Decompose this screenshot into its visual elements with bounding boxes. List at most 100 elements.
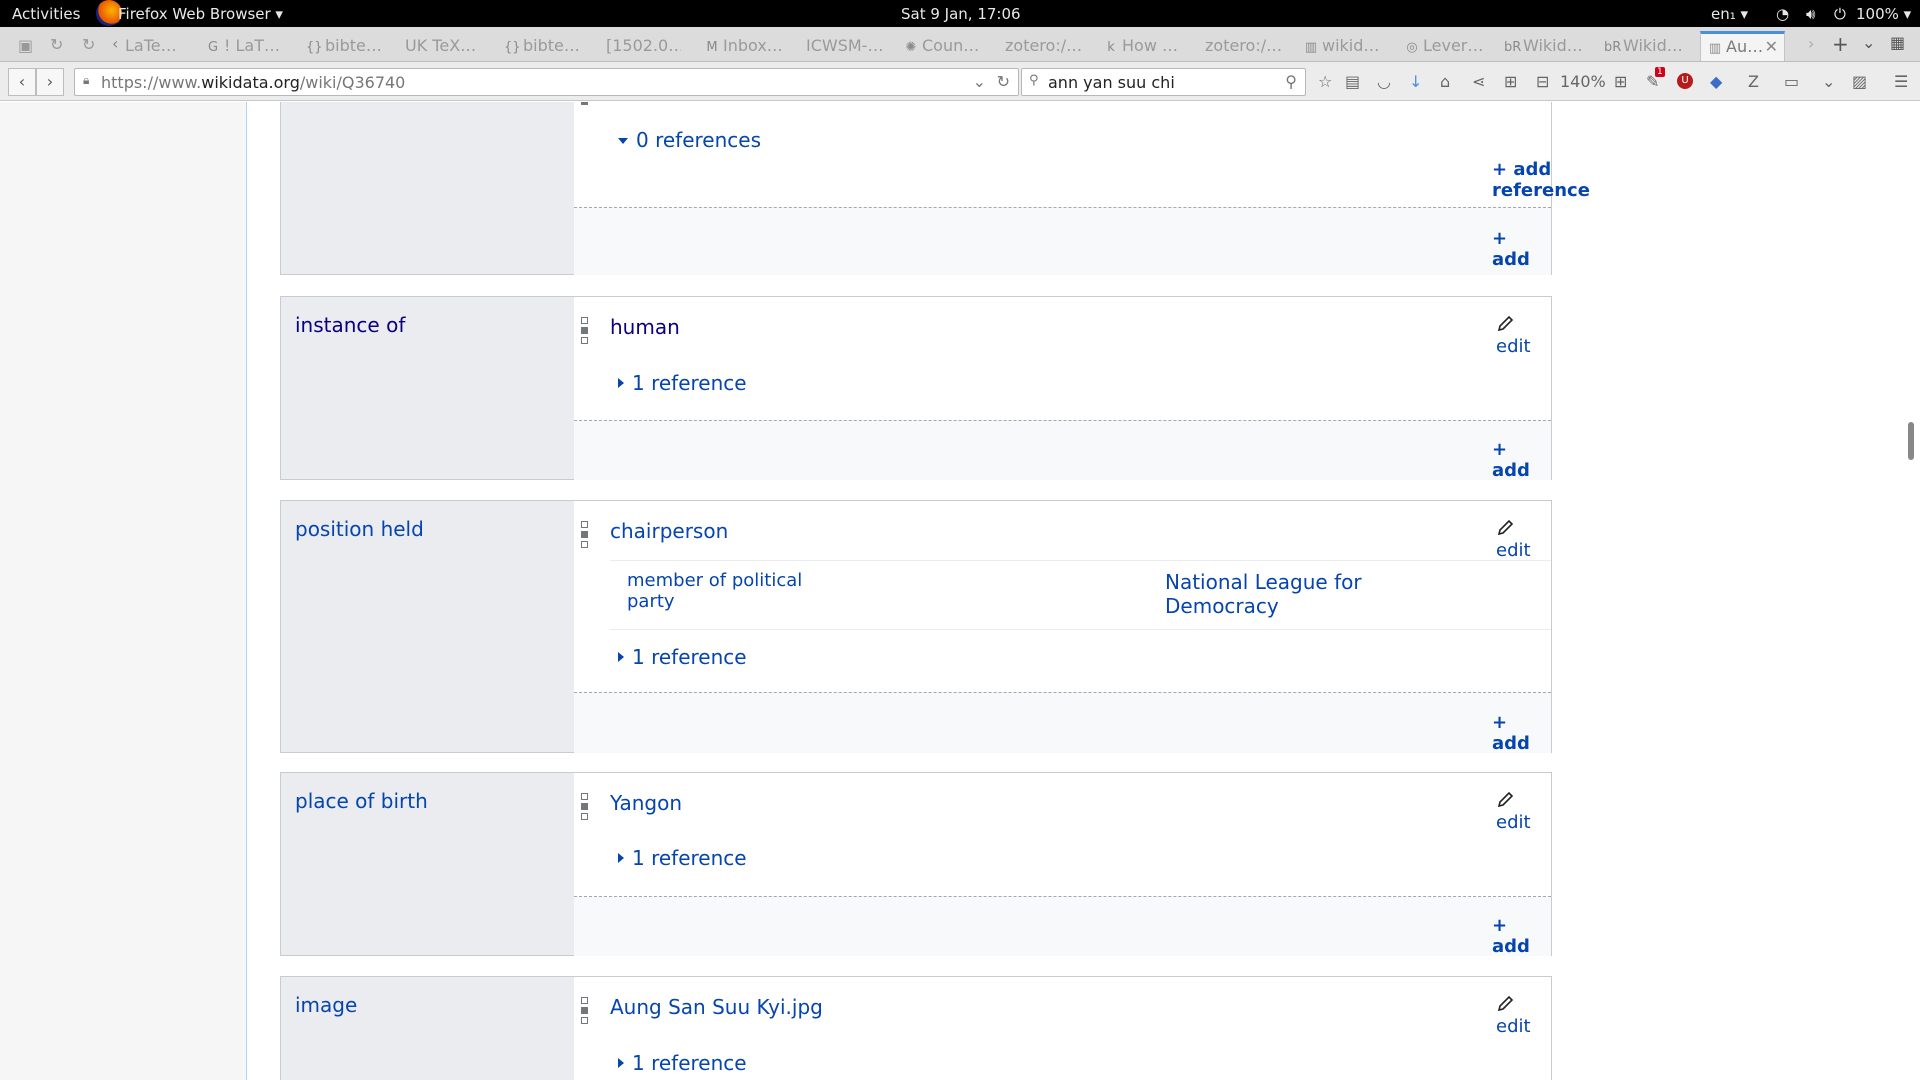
references-toggle[interactable]: 1 reference [618, 371, 747, 395]
url-bar[interactable]: 🔒︎ https://www.wikidata.org/wiki/Q36740 … [74, 68, 1019, 96]
scroll-tabs-left-icon[interactable]: ‹ [112, 34, 118, 53]
add-value-button[interactable]: + add [1492, 228, 1551, 270]
list-tabs-icon[interactable]: ⌄ [1862, 33, 1875, 52]
qualifier-value[interactable]: National League for Democracy [1165, 570, 1395, 618]
download-icon[interactable]: ↓ [1409, 72, 1422, 91]
fullscreen-icon[interactable]: ⊞ [1504, 72, 1517, 91]
k-icon: k [1107, 40, 1115, 55]
add-value-button[interactable]: + add [1492, 915, 1551, 957]
add-value-button[interactable]: + add [1492, 439, 1551, 481]
references-toggle[interactable]: 1 reference [618, 1051, 747, 1075]
search-input[interactable]: ⚲ ann yan suu chi ⚲ [1021, 68, 1306, 96]
rank-selector[interactable] [581, 997, 588, 1025]
tab[interactable]: bR Wikid… [1504, 31, 1589, 61]
references-toggle[interactable]: 0 references [618, 128, 761, 152]
system-top-bar: Activities Firefox Web Browser ▾ Sat 9 J… [0, 0, 1920, 27]
tab[interactable]: [1502.0… [606, 31, 681, 61]
share-icon[interactable]: ⋖ [1472, 72, 1485, 91]
reload-tab-icon[interactable]: ↻ [50, 35, 63, 54]
bookmark-star-icon[interactable]: ☆ [1318, 72, 1332, 91]
keyboard-layout[interactable]: en₁ ▾ [1711, 5, 1748, 23]
scroll-tabs-right-icon[interactable]: › [1808, 34, 1814, 53]
dropdown-arrow-icon[interactable]: ⌄ [973, 72, 986, 91]
pencil-icon [1497, 315, 1514, 332]
forward-button[interactable]: › [36, 68, 64, 96]
tab[interactable]: {} bibte… [306, 31, 394, 61]
qualifier-separator [610, 560, 1551, 561]
edit-button[interactable]: edit [1496, 995, 1551, 1037]
property-image[interactable]: image [281, 977, 574, 1080]
value-image-file[interactable]: Aung San Suu Kyi.jpg [610, 995, 823, 1019]
power-icon[interactable]: ⏻ [1834, 5, 1846, 23]
app-menu[interactable]: Firefox Web Browser ▾ [118, 5, 283, 23]
edit-button[interactable]: edit [1496, 519, 1551, 561]
screenshot-icon[interactable]: ▨ [1852, 72, 1867, 91]
references-toggle[interactable]: 1 reference [618, 846, 747, 870]
rank-selector[interactable] [581, 793, 588, 821]
value-human[interactable]: human [610, 315, 680, 339]
pencil-icon [1497, 519, 1514, 536]
statement-group-image: image Aung San Suu Kyi.jpg edit 1 refere… [280, 976, 1552, 1080]
battery-level[interactable]: 100% ▾ [1856, 5, 1911, 23]
value-yangon[interactable]: Yangon [610, 791, 682, 815]
qualifier-property[interactable]: member of political party [627, 570, 827, 612]
tab[interactable]: ICWSM-… [806, 31, 891, 61]
references-toggle[interactable]: 1 reference [618, 645, 747, 669]
left-sidebar [0, 102, 247, 1080]
edit-button[interactable]: edit [1496, 315, 1551, 357]
extension-icon[interactable]: ◆ [1710, 72, 1722, 91]
property-position-held[interactable]: position held [281, 501, 574, 752]
rank-selector[interactable] [581, 102, 588, 126]
tab[interactable]: {} bibte… [504, 31, 592, 61]
tab[interactable]: UK TeX… [405, 31, 490, 61]
tab[interactable]: ✺ Coun… [903, 31, 988, 61]
tab-groups-icon[interactable]: ▦ [1890, 33, 1905, 52]
property-instance-of[interactable]: instance of [281, 297, 574, 479]
zoom-out-icon[interactable]: ⊟ [1536, 72, 1549, 91]
tab[interactable]: G! LaT… [205, 31, 283, 61]
volume-icon[interactable]: 🔊︎ [1806, 5, 1815, 23]
tab[interactable]: M Inbox… [704, 31, 789, 61]
tab[interactable]: zotero:/… [1205, 31, 1290, 61]
add-reference-button[interactable]: + add reference [1492, 159, 1590, 201]
page-scrollbar[interactable] [1908, 422, 1914, 460]
activities-button[interactable]: Activities [12, 5, 80, 23]
reload-tab-icon-2[interactable]: ↻ [82, 35, 95, 54]
tab-strip: ▣ ↻ ↻ ‹ LaTe… G! LaT… {} bibte… UK TeX… {… [0, 27, 1920, 62]
rank-selector[interactable] [581, 317, 588, 345]
zotero-icon[interactable]: Z [1748, 72, 1759, 91]
page-icon[interactable]: ▭ [1784, 72, 1799, 91]
edit-button[interactable]: edit [1496, 791, 1551, 833]
rank-selector[interactable] [581, 521, 588, 549]
braces-icon: {} [504, 40, 521, 55]
clock[interactable]: Sat 9 Jan, 17:06 [901, 5, 1021, 23]
value-chairperson[interactable]: chairperson [610, 519, 728, 543]
tab[interactable]: k How … [1103, 31, 1188, 61]
zoom-level[interactable]: 140% [1560, 72, 1606, 91]
tab[interactable]: bR Wikid… [1604, 31, 1689, 61]
tab[interactable]: ◎ Lever… [1404, 31, 1489, 61]
add-bar: + add [574, 207, 1551, 275]
new-tab-icon[interactable]: + [1832, 32, 1849, 56]
tab[interactable]: LaTe… [125, 31, 193, 61]
tab[interactable]: zotero:/… [1005, 31, 1090, 61]
tab-active[interactable]: ▥ Au… ✕ [1700, 31, 1785, 61]
reload-icon[interactable]: ↻ [997, 72, 1010, 91]
reader-list-icon[interactable]: ▤ [1345, 72, 1360, 91]
menu-hamburger-icon[interactable]: ☰ [1894, 72, 1908, 91]
zoom-in-icon[interactable]: ⊞ [1614, 72, 1627, 91]
wifi-icon[interactable]: ◔ [1776, 5, 1789, 23]
property-place-of-birth[interactable]: place of birth [281, 773, 574, 955]
search-icon[interactable]: ⚲ [1285, 72, 1297, 91]
gmail-icon: M [706, 40, 718, 55]
home-icon[interactable]: ⌂ [1440, 72, 1450, 91]
extension-menu-icon[interactable]: ⌄ [1822, 72, 1835, 91]
close-tab-icon[interactable]: ✕ [1765, 37, 1778, 56]
add-value-button[interactable]: + add [1492, 712, 1551, 754]
page-content: 0 references + add reference + add insta… [0, 102, 1920, 1080]
pocket-icon[interactable]: ◡ [1377, 72, 1391, 91]
ublock-icon[interactable]: U [1677, 73, 1693, 89]
pinned-tab-icon[interactable]: ▣ [18, 36, 33, 55]
back-button[interactable]: ‹ [8, 68, 36, 96]
tab[interactable]: ▥ wikid… [1303, 31, 1388, 61]
